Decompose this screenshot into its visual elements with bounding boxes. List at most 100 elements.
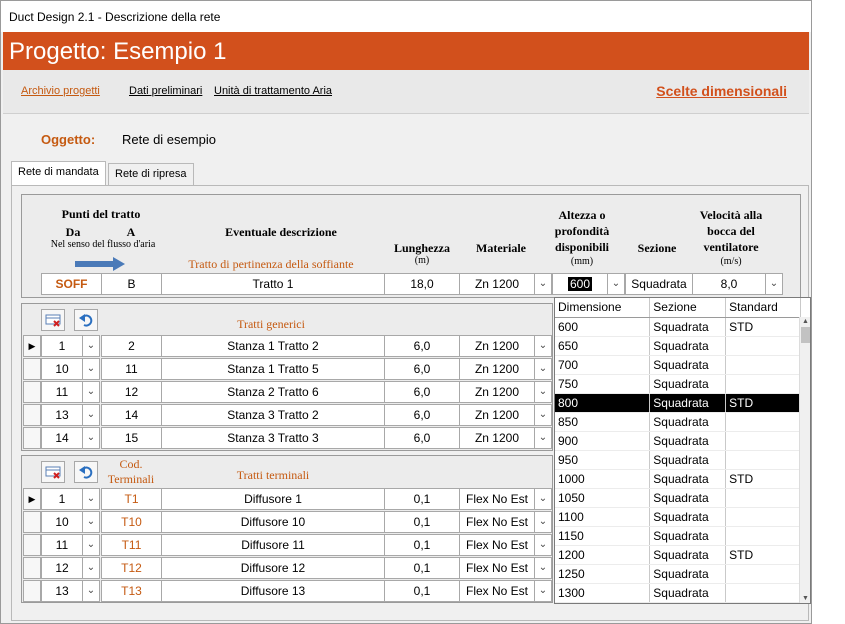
terminali-tipo-cell[interactable]: Flex No Est: [459, 511, 535, 533]
nav-archivio-progetti[interactable]: Archivio progetti: [21, 85, 100, 97]
terminali-da-cell[interactable]: 12: [41, 557, 83, 579]
dropdown-option[interactable]: 1000 Squadrata STD: [555, 469, 801, 489]
chevron-down-icon[interactable]: ⌄: [534, 427, 552, 449]
terminali-cod-cell[interactable]: T10: [101, 511, 162, 533]
terminali-da-cell[interactable]: 13: [41, 580, 83, 602]
dropdown-option[interactable]: 800 Squadrata STD: [555, 393, 801, 413]
terminali-descrizione-cell[interactable]: Diffusore 10: [161, 511, 385, 533]
chevron-down-icon[interactable]: ⌄: [534, 404, 552, 426]
dropdown-option[interactable]: 1150 Squadrata: [555, 526, 801, 546]
nav-dati-preliminari[interactable]: Dati preliminari: [129, 85, 202, 97]
dropdown-option[interactable]: 1100 Squadrata: [555, 507, 801, 527]
fan-velocita-dropdown[interactable]: ⌄: [765, 273, 783, 295]
generici-da-cell[interactable]: 13: [41, 404, 83, 426]
delete-record-icon[interactable]: [41, 309, 65, 331]
dropdown-option[interactable]: 600 Squadrata STD: [555, 317, 801, 337]
generici-lunghezza-cell[interactable]: 6,0: [384, 381, 460, 403]
row-selector[interactable]: [23, 381, 41, 403]
dropdown-scrollbar[interactable]: ▲ ▼: [799, 317, 810, 603]
row-selector[interactable]: ▶: [23, 335, 41, 357]
terminali-valore-cell[interactable]: 0,1: [384, 488, 460, 510]
terminali-tipo-cell[interactable]: Flex No Est: [459, 488, 535, 510]
terminali-da-cell[interactable]: 1: [41, 488, 83, 510]
terminali-cod-cell[interactable]: T13: [101, 580, 162, 602]
terminali-valore-cell[interactable]: 0,1: [384, 580, 460, 602]
chevron-down-icon[interactable]: ⌄: [534, 358, 552, 380]
terminali-da-cell[interactable]: 11: [41, 534, 83, 556]
nav-scelte-dimensionali[interactable]: Scelte dimensionali: [656, 83, 787, 99]
tab-rete-di-ripresa[interactable]: Rete di ripresa: [108, 163, 194, 185]
altezza-dropdown-list[interactable]: Dimensione Sezione Standard 600 Squadrata…: [554, 297, 811, 604]
chevron-down-icon[interactable]: ⌄: [82, 488, 100, 510]
generici-lunghezza-cell[interactable]: 6,0: [384, 358, 460, 380]
terminali-descrizione-cell[interactable]: Diffusore 13: [161, 580, 385, 602]
fan-velocita-cell[interactable]: 8,0: [692, 273, 766, 295]
generici-materiale-cell[interactable]: Zn 1200: [459, 404, 535, 426]
terminali-tipo-cell[interactable]: Flex No Est: [459, 580, 535, 602]
row-selector[interactable]: [23, 580, 41, 602]
fan-descrizione-cell[interactable]: Tratto 1: [161, 273, 385, 295]
terminali-descrizione-cell[interactable]: Diffusore 1: [161, 488, 385, 510]
dropdown-option[interactable]: 900 Squadrata: [555, 431, 801, 451]
chevron-down-icon[interactable]: ⌄: [82, 580, 100, 602]
dropdown-option[interactable]: 750 Squadrata: [555, 374, 801, 394]
chevron-down-icon[interactable]: ⌄: [534, 488, 552, 510]
fan-altezza-dropdown[interactable]: ⌄: [607, 273, 625, 295]
generici-materiale-cell[interactable]: Zn 1200: [459, 427, 535, 449]
terminali-tipo-cell[interactable]: Flex No Est: [459, 534, 535, 556]
chevron-down-icon[interactable]: ⌄: [534, 381, 552, 403]
dropdown-option[interactable]: 850 Squadrata: [555, 412, 801, 432]
terminali-valore-cell[interactable]: 0,1: [384, 534, 460, 556]
terminali-cod-cell[interactable]: T1: [101, 488, 162, 510]
row-selector[interactable]: [23, 557, 41, 579]
fan-da-cell[interactable]: SOFF: [41, 273, 102, 295]
fan-sezione-cell[interactable]: Squadrata: [625, 273, 693, 295]
chevron-down-icon[interactable]: ⌄: [82, 534, 100, 556]
chevron-down-icon[interactable]: ⌄: [82, 358, 100, 380]
delete-record-icon[interactable]: [41, 461, 65, 483]
chevron-down-icon[interactable]: ⌄: [534, 557, 552, 579]
generici-materiale-cell[interactable]: Zn 1200: [459, 335, 535, 357]
chevron-down-icon[interactable]: ⌄: [534, 335, 552, 357]
undo-icon[interactable]: [74, 461, 98, 483]
dropdown-option[interactable]: 1050 Squadrata: [555, 488, 801, 508]
chevron-down-icon[interactable]: ⌄: [534, 511, 552, 533]
scroll-down-icon[interactable]: ▼: [800, 594, 810, 603]
terminali-cod-cell[interactable]: T12: [101, 557, 162, 579]
scroll-thumb[interactable]: [801, 327, 810, 343]
generici-materiale-cell[interactable]: Zn 1200: [459, 358, 535, 380]
generici-a-cell[interactable]: 12: [101, 381, 162, 403]
generici-lunghezza-cell[interactable]: 6,0: [384, 427, 460, 449]
fan-a-cell[interactable]: B: [101, 273, 162, 295]
dropdown-option[interactable]: 1250 Squadrata: [555, 564, 801, 584]
dropdown-option[interactable]: 650 Squadrata: [555, 336, 801, 356]
row-selector[interactable]: [23, 427, 41, 449]
generici-descrizione-cell[interactable]: Stanza 3 Tratto 2: [161, 404, 385, 426]
generici-descrizione-cell[interactable]: Stanza 3 Tratto 3: [161, 427, 385, 449]
tab-rete-di-mandata[interactable]: Rete di mandata: [11, 161, 106, 185]
row-selector[interactable]: ▶: [23, 488, 41, 510]
fan-altezza-cell[interactable]: 600: [552, 273, 608, 295]
terminali-da-cell[interactable]: 10: [41, 511, 83, 533]
nav-unita-trattamento-aria[interactable]: Unità di trattamento Aria: [214, 85, 332, 97]
generici-da-cell[interactable]: 14: [41, 427, 83, 449]
generici-a-cell[interactable]: 15: [101, 427, 162, 449]
scroll-up-icon[interactable]: ▲: [800, 317, 810, 326]
row-selector[interactable]: [23, 404, 41, 426]
generici-descrizione-cell[interactable]: Stanza 1 Tratto 2: [161, 335, 385, 357]
chevron-down-icon[interactable]: ⌄: [534, 534, 552, 556]
dropdown-option[interactable]: 700 Squadrata: [555, 355, 801, 375]
chevron-down-icon[interactable]: ⌄: [82, 511, 100, 533]
dropdown-option[interactable]: 1200 Squadrata STD: [555, 545, 801, 565]
chevron-down-icon[interactable]: ⌄: [82, 427, 100, 449]
row-selector[interactable]: [23, 511, 41, 533]
fan-materiale-dropdown[interactable]: ⌄: [534, 273, 552, 295]
generici-lunghezza-cell[interactable]: 6,0: [384, 335, 460, 357]
generici-lunghezza-cell[interactable]: 6,0: [384, 404, 460, 426]
generici-a-cell[interactable]: 14: [101, 404, 162, 426]
terminali-tipo-cell[interactable]: Flex No Est: [459, 557, 535, 579]
generici-da-cell[interactable]: 1: [41, 335, 83, 357]
fan-lunghezza-cell[interactable]: 18,0: [384, 273, 460, 295]
generici-descrizione-cell[interactable]: Stanza 2 Tratto 6: [161, 381, 385, 403]
terminali-valore-cell[interactable]: 0,1: [384, 557, 460, 579]
